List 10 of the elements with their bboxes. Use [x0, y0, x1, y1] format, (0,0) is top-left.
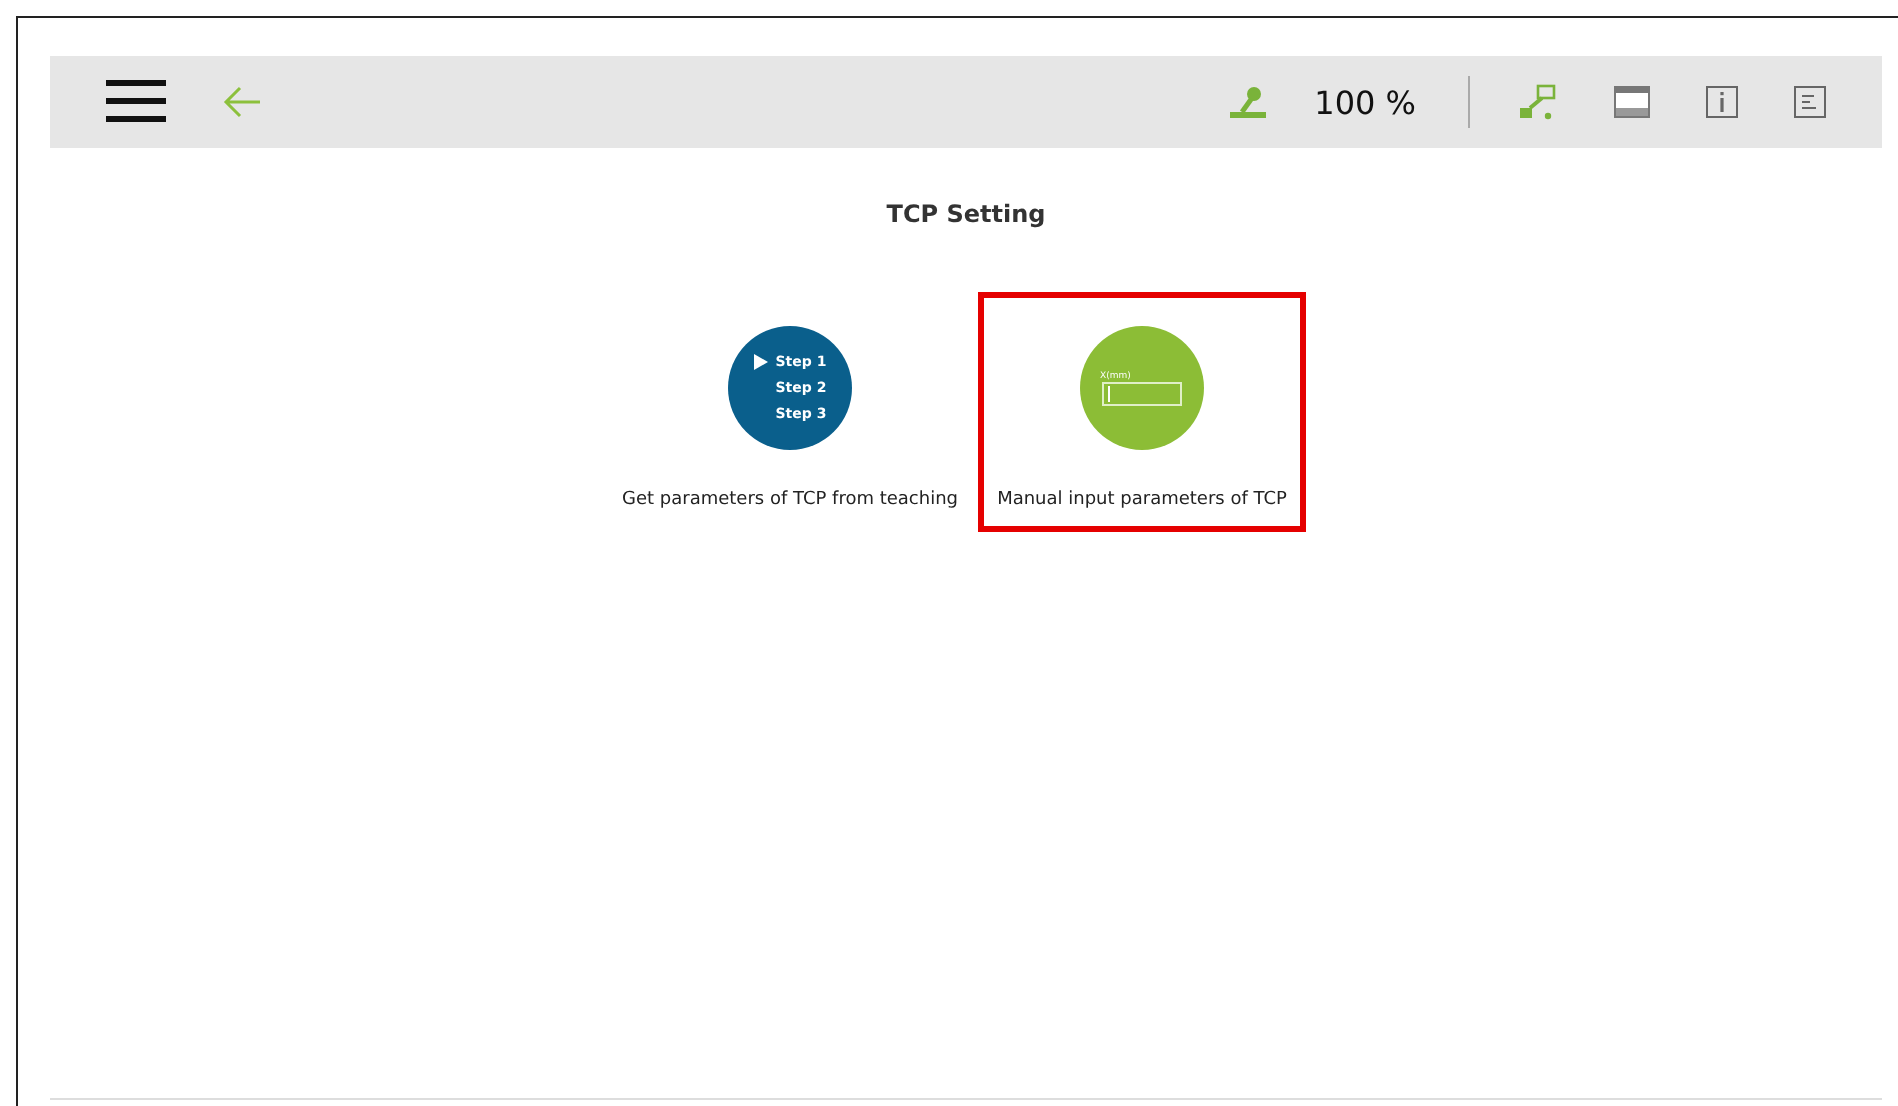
menu-icon[interactable] — [106, 80, 166, 124]
option-label: Get parameters of TCP from teaching — [622, 490, 958, 510]
speed-value: 100 % — [1314, 83, 1416, 121]
page-title: TCP Setting — [886, 200, 1046, 228]
input-field-drawing — [1102, 381, 1182, 405]
info-icon[interactable] — [1706, 86, 1738, 118]
option-label: Manual input parameters of TCP — [997, 490, 1287, 510]
panel-icon[interactable] — [1614, 86, 1650, 118]
play-icon — [753, 354, 768, 370]
log-icon[interactable] — [1794, 86, 1826, 118]
